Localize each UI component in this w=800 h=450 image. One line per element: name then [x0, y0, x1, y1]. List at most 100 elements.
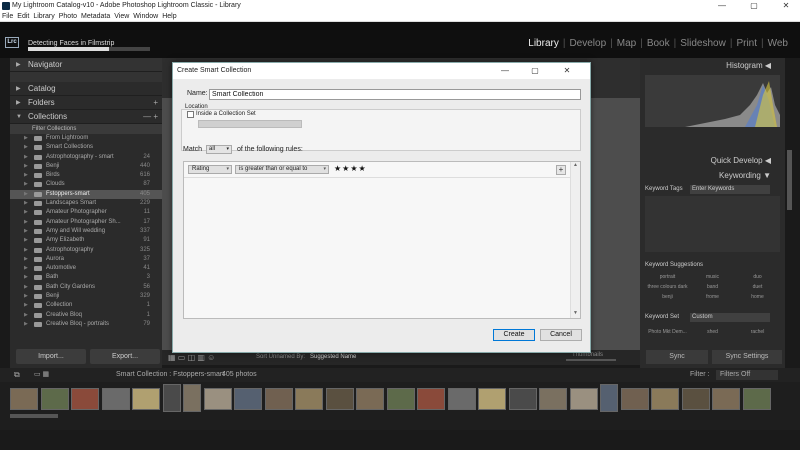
thumbnail-size-slider[interactable] [566, 359, 616, 361]
filmstrip-thumbnail[interactable] [203, 388, 232, 410]
filmstrip-thumbnail[interactable] [417, 388, 445, 410]
filmstrip-thumbnail[interactable] [600, 384, 618, 412]
keyword-suggestion[interactable]: home [735, 294, 780, 300]
catalog-header[interactable]: ▶ Catalog [10, 82, 162, 96]
rule-operator-dropdown[interactable]: is greater than or equal to ▾ [235, 165, 329, 174]
triangle-right-icon[interactable]: ▶ [24, 255, 28, 264]
sync-settings-button[interactable]: Sync Settings [712, 350, 782, 364]
keyword-suggestion[interactable]: portrait [645, 274, 690, 280]
filmstrip-thumbnail[interactable] [508, 388, 537, 410]
filmstrip-thumbnail[interactable] [742, 388, 771, 410]
filmstrip-thumbnail[interactable] [183, 384, 201, 412]
navigator-header[interactable]: ▶ Navigator [10, 58, 162, 72]
menu-edit[interactable]: Edit [17, 13, 29, 20]
keyword-suggestion[interactable]: three colours dark [645, 284, 690, 290]
triangle-right-icon[interactable]: ▶ [24, 208, 28, 217]
collection-item[interactable]: ▶ Benji 440 [10, 162, 162, 171]
menu-photo[interactable]: Photo [59, 13, 77, 20]
module-develop[interactable]: Develop [565, 38, 610, 49]
triangle-right-icon[interactable]: ▶ [24, 236, 28, 245]
filmstrip-thumbnail[interactable] [295, 388, 323, 410]
dialog-minimize-button[interactable]: — [493, 63, 517, 79]
filter-dropdown[interactable]: Filters Off [716, 370, 778, 380]
add-collection-icon[interactable]: — + [143, 110, 158, 124]
keyword-set-item[interactable]: shed [690, 329, 735, 335]
menu-view[interactable]: View [114, 13, 129, 20]
filmstrip-thumbnail[interactable] [71, 388, 99, 410]
keyword-set-item[interactable]: Photo Mkt Dem... [645, 329, 690, 335]
triangle-right-icon[interactable]: ▶ [24, 292, 28, 301]
collection-item[interactable]: ▶ Fstoppers-smart 405 [10, 189, 162, 200]
name-input[interactable] [209, 89, 581, 100]
rules-scrollbar[interactable]: ▲ ▼ [570, 162, 580, 318]
filmstrip-scrollbar[interactable] [10, 414, 58, 418]
close-window-button[interactable]: ✕ [776, 0, 796, 12]
keyword-suggestion[interactable]: benji [645, 294, 690, 300]
triangle-right-icon[interactable]: ▶ [24, 264, 28, 273]
collection-item[interactable]: ▶ Smart Collections [10, 143, 162, 152]
filmstrip-thumbnail[interactable] [681, 388, 710, 410]
filmstrip-thumbnail[interactable] [447, 388, 476, 410]
triangle-right-icon[interactable]: ▶ [24, 301, 28, 310]
filter-collections[interactable]: Filter Collections [10, 124, 162, 134]
histogram-header[interactable]: Histogram ◀ [640, 60, 785, 72]
sort-dropdown[interactable]: Suggested Name [310, 354, 356, 360]
menu-window[interactable]: Window [133, 13, 158, 20]
triangle-right-icon[interactable]: ▶ [24, 273, 28, 282]
right-panel-scrollbar[interactable] [787, 150, 792, 210]
menu-metadata[interactable]: Metadata [81, 13, 110, 20]
dialog-close-button[interactable]: ✕ [555, 63, 579, 79]
secondary-window-icon[interactable]: ⧉ [14, 368, 20, 382]
filmstrip-thumbnail[interactable] [10, 388, 38, 410]
keyword-suggestion[interactable]: duet [735, 284, 780, 290]
filmstrip-thumbnail[interactable] [356, 388, 384, 410]
import-button[interactable]: Import... [16, 349, 86, 364]
keywording-header[interactable]: Keywording ▼ [640, 170, 785, 182]
keyword-set-item[interactable]: rachel [735, 329, 780, 335]
collection-item[interactable]: ▶ Bath 3 [10, 273, 162, 282]
filmstrip-thumbnail[interactable] [264, 388, 293, 410]
filmstrip-thumbnail[interactable] [325, 388, 354, 410]
view-toggle-icons[interactable]: ▭ ▦ [34, 368, 49, 382]
triangle-right-icon[interactable]: ▶ [24, 320, 28, 329]
triangle-right-icon[interactable]: ▶ [24, 246, 28, 255]
rule-field-dropdown[interactable]: Rating ▾ [188, 165, 232, 174]
keyword-set-dropdown[interactable]: Custom [690, 313, 770, 322]
collection-item[interactable]: ▶ Birds 616 [10, 171, 162, 180]
rule-star-rating[interactable]: ★★★★ [334, 164, 367, 173]
module-web[interactable]: Web [764, 38, 792, 49]
collection-item[interactable]: ▶ Astrophotography 325 [10, 246, 162, 255]
triangle-right-icon[interactable]: ▶ [24, 143, 28, 152]
triangle-right-icon[interactable]: ▶ [24, 218, 28, 227]
collection-item[interactable]: ▶ Bath City Gardens 56 [10, 283, 162, 292]
module-library[interactable]: Library [524, 38, 563, 49]
keyword-suggestion[interactable]: duo [735, 274, 780, 280]
filmstrip-thumbnail[interactable] [234, 388, 262, 410]
collection-item[interactable]: ▶ Creative Bloq - portraits 79 [10, 320, 162, 329]
collection-item[interactable]: ▶ Astrophotography - smart 24 [10, 153, 162, 162]
folders-header[interactable]: ▶ Folders + [10, 96, 162, 110]
collection-item[interactable]: ▶ Collection 1 [10, 301, 162, 310]
menu-file[interactable]: File [2, 13, 13, 20]
collection-item[interactable]: ▶ Benji 329 [10, 292, 162, 301]
scroll-up-icon[interactable]: ▲ [571, 162, 580, 170]
collection-item[interactable]: ▶ Amateur Photographer 11 [10, 208, 162, 217]
match-dropdown[interactable]: all ▾ [206, 145, 232, 154]
triangle-right-icon[interactable]: ▶ [24, 180, 28, 189]
menu-library[interactable]: Library [33, 13, 54, 20]
filmstrip-breadcrumb[interactable]: Smart Collection : Fstoppers-smart [116, 368, 224, 382]
cancel-button[interactable]: Cancel [540, 329, 582, 341]
collection-item[interactable]: ▶ Creative Bloq 1 [10, 311, 162, 320]
collection-item[interactable]: ▶ Automotive 41 [10, 264, 162, 273]
quick-develop-header[interactable]: Quick Develop ◀ [640, 155, 785, 167]
sync-button[interactable]: Sync [646, 350, 708, 364]
triangle-right-icon[interactable]: ▶ [24, 283, 28, 292]
filmstrip-thumbnail[interactable] [132, 388, 160, 410]
add-rule-button[interactable]: + [556, 165, 566, 175]
filmstrip-thumbnail[interactable] [712, 388, 740, 410]
collection-item[interactable]: ▶ From Lightroom [10, 134, 162, 143]
triangle-right-icon[interactable]: ▶ [24, 153, 28, 162]
dialog-maximize-button[interactable]: ▢ [523, 63, 547, 79]
module-slideshow[interactable]: Slideshow [676, 38, 730, 49]
view-mode-icons[interactable]: ▦ ▭ ◫ ▥ ☺ [168, 353, 215, 362]
